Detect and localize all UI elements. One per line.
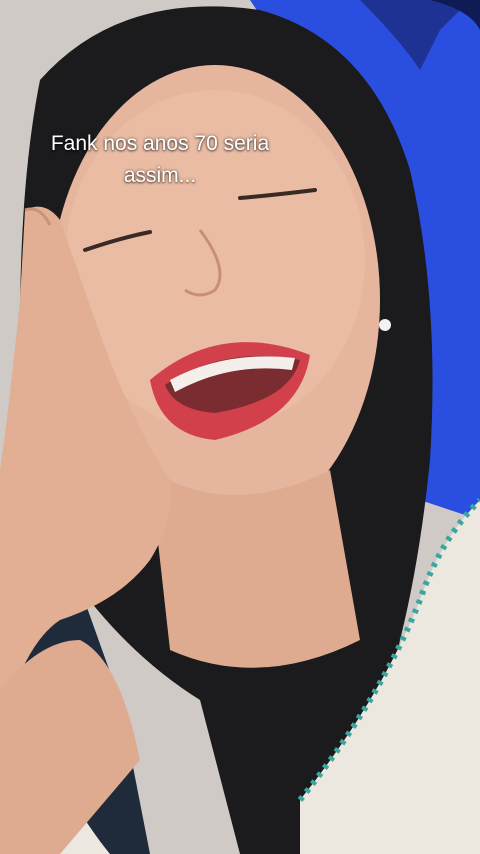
earring-illustration <box>379 319 391 331</box>
caption-line-2: assim... <box>123 164 197 187</box>
video-frame[interactable]: Fank nos anos 70 seria assim... <box>0 0 480 854</box>
video-caption: Fank nos anos 70 seria assim... <box>0 128 320 192</box>
caption-line-1: Fank nos anos 70 seria <box>50 132 270 155</box>
